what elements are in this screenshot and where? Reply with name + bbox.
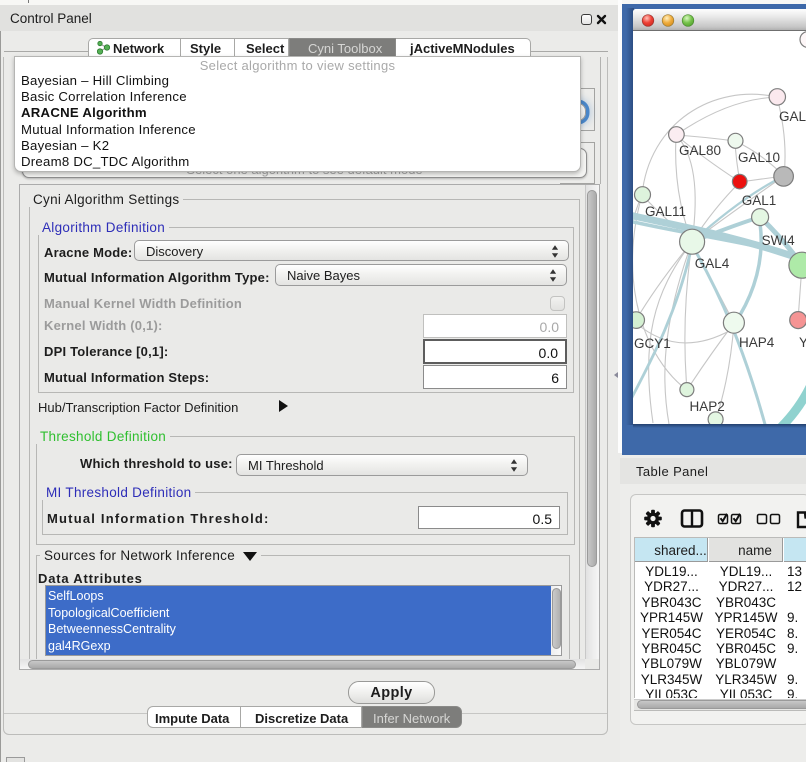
svg-text:HAP4: HAP4 — [739, 335, 775, 350]
svg-text:HAP2: HAP2 — [690, 399, 725, 414]
svg-text:GAL11: GAL11 — [645, 204, 686, 219]
svg-text:GAL10: GAL10 — [738, 150, 780, 165]
svg-text:GAL7: GAL7 — [779, 109, 806, 124]
svg-text:SWI4: SWI4 — [762, 233, 795, 248]
svg-text:GAL1: GAL1 — [742, 193, 777, 208]
svg-text:GAL4: GAL4 — [695, 256, 730, 271]
svg-text:GAL80: GAL80 — [679, 143, 721, 158]
svg-text:Y: Y — [799, 335, 806, 350]
svg-text:GCY1: GCY1 — [634, 336, 671, 351]
